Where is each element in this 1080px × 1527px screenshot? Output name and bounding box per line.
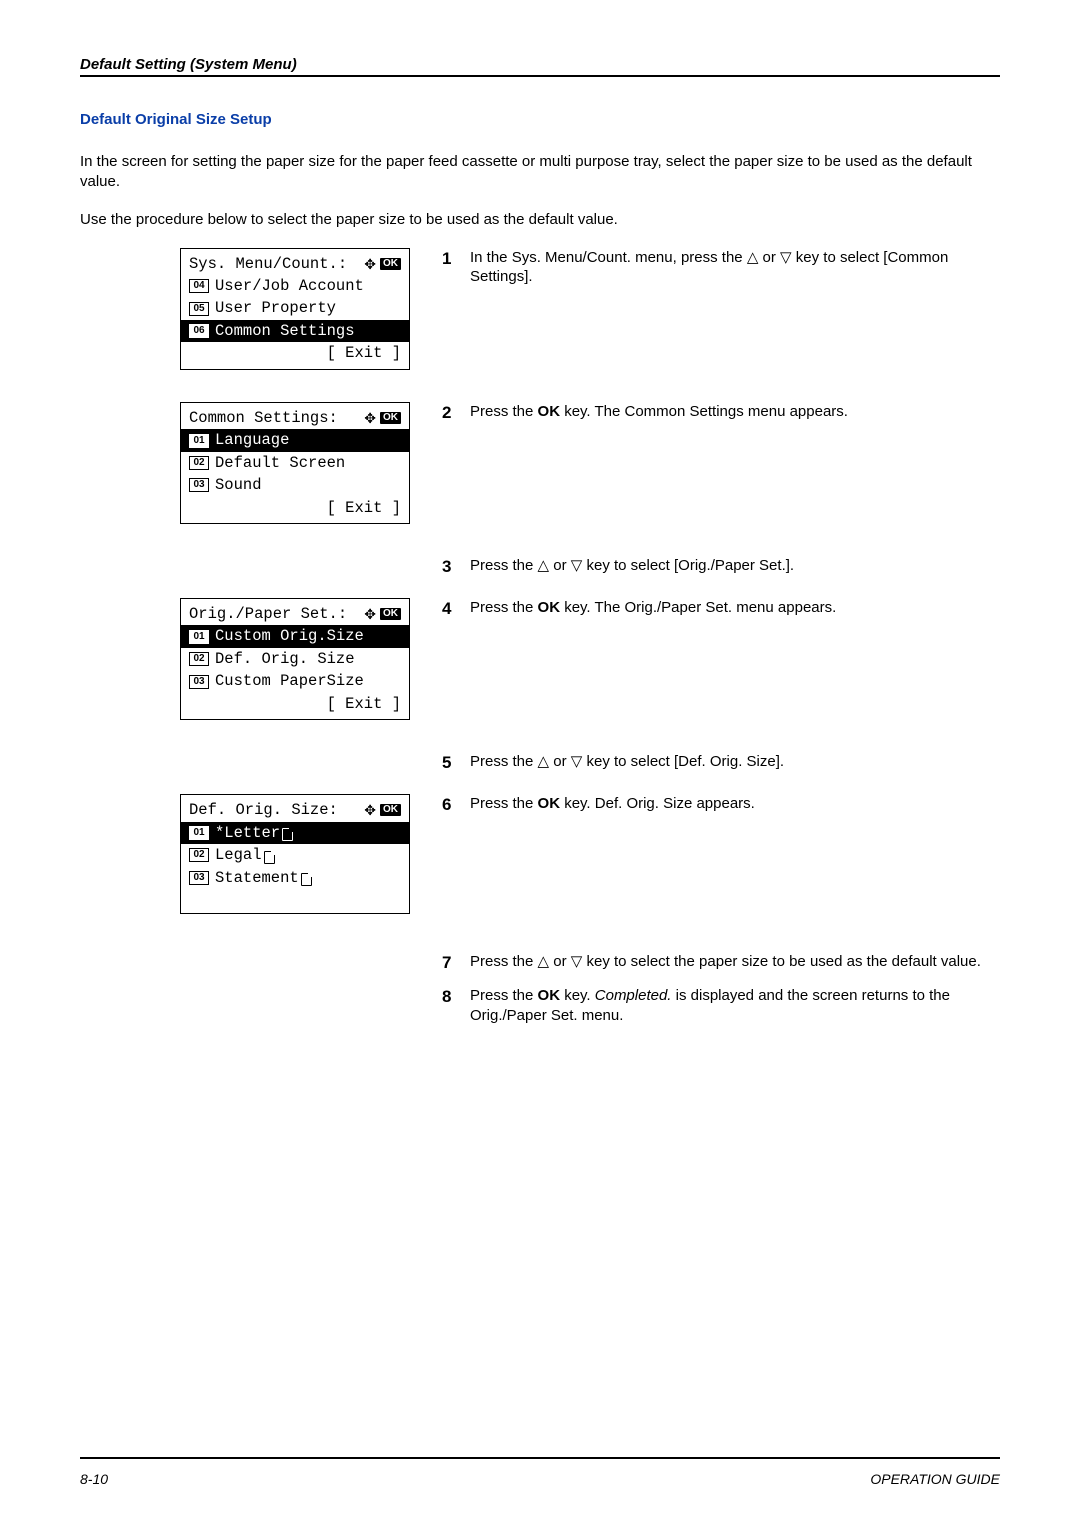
ok-icon: OK <box>380 412 401 424</box>
paper-icon <box>301 873 312 886</box>
lcd-exit: [ Exit ] <box>187 342 403 364</box>
up-triangle-icon: △ <box>538 557 550 574</box>
header-rule <box>80 75 1000 77</box>
nav-icon: ✥ <box>364 800 376 820</box>
item-label: Sound <box>215 474 262 496</box>
down-triangle-icon: ▽ <box>571 953 583 970</box>
item-number: 01 <box>189 826 209 840</box>
item-label: Language <box>215 429 289 451</box>
lcd-screen-common-settings: Common Settings: ✥ OK 01 Language 02 Defau… <box>180 402 410 524</box>
item-number: 02 <box>189 652 209 666</box>
page-footer: 8-10 OPERATION GUIDE <box>80 1471 1000 1487</box>
step-6: Press the OK key. Def. Orig. Size appear… <box>442 794 1000 814</box>
step-3: Press the △ or ▽ key to select [Orig./Pa… <box>442 556 1000 576</box>
lcd-title: Orig./Paper Set.: <box>189 603 347 625</box>
item-number: 02 <box>189 848 209 862</box>
item-label: Def. Orig. Size <box>215 648 355 670</box>
list-item: 02 Def. Orig. Size <box>187 648 403 670</box>
item-number: 01 <box>189 630 209 644</box>
section-title: Default Original Size Setup <box>80 111 1000 128</box>
row-step-1: Sys. Menu/Count.: ✥ OK 04 User/Job Accoun… <box>80 248 1000 370</box>
step-7: Press the △ or ▽ key to select the paper… <box>442 952 1000 972</box>
item-number: 02 <box>189 456 209 470</box>
up-triangle-icon: △ <box>538 953 550 970</box>
lcd-screen-sys-menu: Sys. Menu/Count.: ✥ OK 04 User/Job Accoun… <box>180 248 410 370</box>
nav-icon: ✥ <box>364 408 376 428</box>
footer-rule <box>80 1457 1000 1459</box>
list-item: 03 Sound <box>187 474 403 496</box>
item-label: Legal <box>215 844 262 866</box>
list-item: 02 Legal <box>187 844 403 866</box>
paper-icon <box>282 828 293 841</box>
lcd-exit: [ Exit ] <box>187 497 403 519</box>
row-step-6: Def. Orig. Size: ✥ OK 01*Letter 02Legal … <box>80 794 1000 914</box>
down-triangle-icon: ▽ <box>780 249 792 266</box>
list-item-selected: 01 Language <box>181 429 409 451</box>
item-number: 04 <box>189 279 209 293</box>
list-item: 03 Statement <box>187 867 403 889</box>
down-triangle-icon: ▽ <box>571 753 583 770</box>
lcd-title: Sys. Menu/Count.: <box>189 253 347 275</box>
list-item: 04 User/Job Account <box>187 275 403 297</box>
item-label: User Property <box>215 297 336 319</box>
lcd-exit: [ Exit ] <box>187 693 403 715</box>
intro-text: In the screen for setting the paper size… <box>80 152 1000 193</box>
item-number: 03 <box>189 675 209 689</box>
item-number: 01 <box>189 434 209 448</box>
item-label: User/Job Account <box>215 275 364 297</box>
down-triangle-icon: ▽ <box>571 557 583 574</box>
lcd-title: Def. Orig. Size: <box>189 799 338 821</box>
lcd-title: Common Settings: <box>189 407 338 429</box>
guide-label: OPERATION GUIDE <box>870 1471 1000 1487</box>
list-item-selected: 01 *Letter <box>181 822 409 844</box>
item-number: 03 <box>189 871 209 885</box>
item-label: Common Settings <box>215 320 355 342</box>
lcd-screen-def-orig: Def. Orig. Size: ✥ OK 01*Letter 02Legal … <box>180 794 410 914</box>
up-triangle-icon: △ <box>747 249 759 266</box>
step-2: Press the OK key. The Common Settings me… <box>442 402 1000 422</box>
row-step-7-8: Press the △ or ▽ key to select the paper… <box>80 952 1000 1039</box>
item-label: *Letter <box>215 822 280 844</box>
step-4: Press the OK key. The Orig./Paper Set. m… <box>442 598 1000 618</box>
item-number: 05 <box>189 302 209 316</box>
list-item: 03 Custom PaperSize <box>187 670 403 692</box>
row-step-5: Press the △ or ▽ key to select [Def. Ori… <box>80 752 1000 786</box>
list-item-selected: 01 Custom Orig.Size <box>181 625 409 647</box>
lcd-screen-orig-paper: Orig./Paper Set.: ✥ OK 01 Custom Orig.Siz… <box>180 598 410 720</box>
item-number: 06 <box>189 324 209 338</box>
step-1: In the Sys. Menu/Count. menu, press the … <box>442 248 1000 288</box>
nav-icon: ✥ <box>364 254 376 274</box>
ok-icon: OK <box>380 608 401 620</box>
up-triangle-icon: △ <box>538 753 550 770</box>
list-item-selected: 06 Common Settings <box>181 320 409 342</box>
step-8: Press the OK key. Completed. is displaye… <box>442 986 1000 1026</box>
nav-icon: ✥ <box>364 604 376 624</box>
item-label: Default Screen <box>215 452 345 474</box>
page: Default Setting (System Menu) Default Or… <box>0 0 1080 1087</box>
item-label: Custom PaperSize <box>215 670 364 692</box>
item-number: 03 <box>189 478 209 492</box>
item-label: Statement <box>215 867 299 889</box>
row-step-4: Orig./Paper Set.: ✥ OK 01 Custom Orig.Siz… <box>80 598 1000 720</box>
step-5: Press the △ or ▽ key to select [Def. Ori… <box>442 752 1000 772</box>
sub-intro-text: Use the procedure below to select the pa… <box>80 211 1000 228</box>
list-item: 02 Default Screen <box>187 452 403 474</box>
item-label: Custom Orig.Size <box>215 625 364 647</box>
paper-icon <box>264 851 275 864</box>
ok-icon: OK <box>380 804 401 816</box>
page-header: Default Setting (System Menu) <box>80 56 1000 73</box>
ok-icon: OK <box>380 258 401 270</box>
list-item: 05 User Property <box>187 297 403 319</box>
row-step-3: Press the △ or ▽ key to select [Orig./Pa… <box>80 556 1000 590</box>
page-number: 8-10 <box>80 1471 108 1487</box>
row-step-2: Common Settings: ✥ OK 01 Language 02 Defau… <box>80 402 1000 524</box>
